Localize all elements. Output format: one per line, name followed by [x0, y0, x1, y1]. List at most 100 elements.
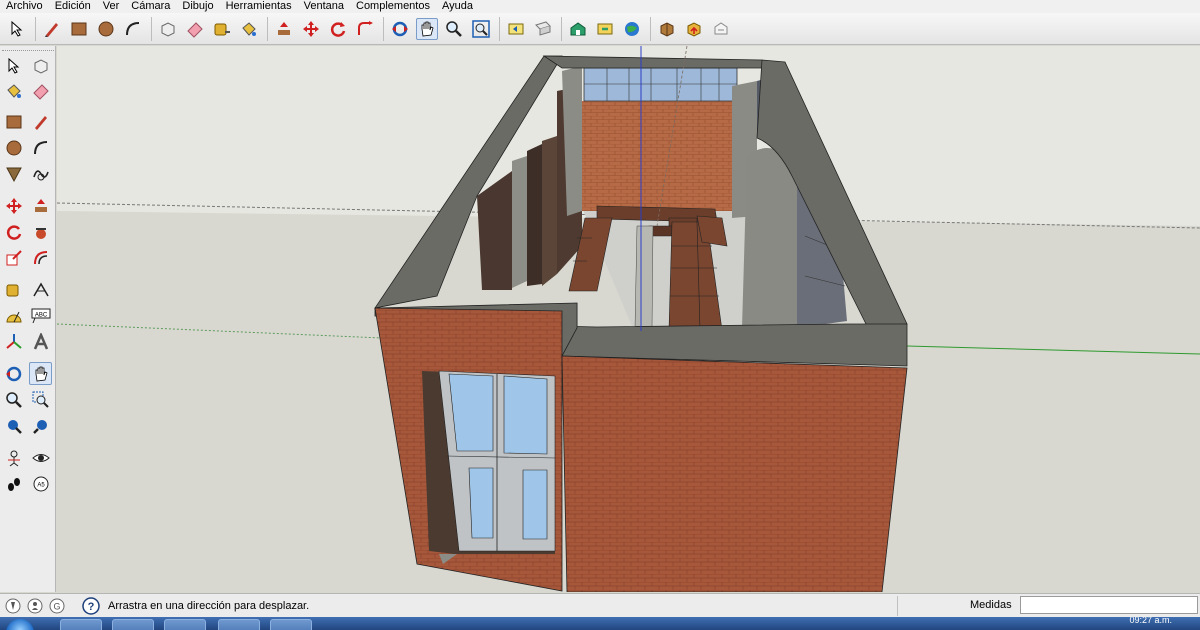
extension-warehouse-icon[interactable]	[710, 18, 732, 40]
menu-ventana[interactable]: Ventana	[298, 0, 350, 13]
share-model-icon[interactable]	[594, 18, 616, 40]
status-divider	[897, 596, 898, 616]
windows-taskbar: 09:27 a.m.	[0, 617, 1200, 630]
status-bar: G ? Arrastra en una dirección para despl…	[0, 593, 1200, 618]
menu-edicion[interactable]: Edición	[49, 0, 97, 13]
select-icon[interactable]	[6, 18, 28, 40]
credits-icon[interactable]	[26, 597, 44, 615]
start-button[interactable]	[6, 619, 34, 630]
toolbar-separator	[151, 16, 152, 41]
paint-bucket-icon[interactable]	[238, 18, 260, 40]
help-icon[interactable]: ?	[82, 597, 100, 615]
tape-measure-icon[interactable]	[211, 18, 233, 40]
tape-measure-icon[interactable]	[2, 278, 25, 301]
previous-view-icon[interactable]	[505, 18, 527, 40]
scale-icon[interactable]	[2, 246, 25, 269]
previous-icon[interactable]	[29, 414, 52, 437]
signin-icon[interactable]: G	[48, 597, 66, 615]
arc-icon[interactable]	[29, 136, 52, 159]
front-right-wall	[561, 355, 908, 592]
taskbar-item[interactable]	[60, 619, 102, 630]
menu-ver[interactable]: Ver	[97, 0, 126, 13]
3d-text-icon[interactable]	[29, 330, 52, 353]
toolbar-separator	[383, 16, 384, 41]
geo-location-icon[interactable]	[4, 597, 22, 615]
follow-me-icon[interactable]	[354, 18, 376, 40]
circle-icon[interactable]	[2, 136, 25, 159]
measurements-label: Medidas	[970, 599, 1012, 611]
select-icon[interactable]	[2, 54, 25, 77]
pan-icon[interactable]	[416, 17, 438, 40]
svg-text:?: ?	[88, 601, 95, 613]
measurements-input[interactable]	[1020, 596, 1198, 614]
taskbar-item[interactable]	[270, 619, 312, 630]
clock[interactable]: 09:27 a.m.	[1129, 617, 1172, 625]
look-around-icon[interactable]	[29, 446, 52, 469]
paint-bucket-icon[interactable]	[2, 79, 25, 102]
offset-icon[interactable]	[29, 246, 52, 269]
eraser-icon[interactable]	[184, 18, 206, 40]
protractor-icon[interactable]	[2, 304, 25, 327]
move-icon[interactable]	[300, 18, 322, 40]
position-camera-icon[interactable]	[2, 446, 25, 469]
rectangle-icon[interactable]	[68, 18, 90, 40]
menu-dibujo[interactable]: Dibujo	[176, 0, 219, 13]
menu-herramientas[interactable]: Herramientas	[220, 0, 298, 13]
menu-ayuda[interactable]: Ayuda	[436, 0, 479, 13]
toolbar-separator	[35, 16, 36, 41]
axes-icon[interactable]	[2, 330, 25, 353]
section-plane-icon[interactable]: A5	[29, 472, 52, 495]
svg-text:G: G	[53, 602, 60, 612]
orbit-icon[interactable]	[2, 362, 25, 385]
wall-top-back	[542, 55, 770, 69]
zoom-window-icon[interactable]	[29, 388, 52, 411]
text-icon[interactable]: ABC	[29, 304, 52, 327]
push-pull-icon[interactable]	[29, 194, 52, 217]
menu-camara[interactable]: Cámara	[125, 0, 176, 13]
toolbar-separator	[267, 16, 268, 41]
next-view-icon[interactable]	[532, 18, 554, 40]
section-plane-label: A5	[37, 482, 45, 488]
google-earth-icon[interactable]	[621, 18, 643, 40]
eraser-icon[interactable]	[29, 79, 52, 102]
rotate-icon[interactable]	[2, 220, 25, 243]
get-models-icon[interactable]	[656, 18, 678, 40]
toolbar-separator	[561, 16, 562, 41]
3d-model-drawing[interactable]	[57, 46, 1200, 592]
pencil-icon[interactable]	[29, 110, 52, 133]
taskbar-item[interactable]	[112, 619, 154, 630]
pan-icon[interactable]	[29, 362, 52, 385]
menu-complementos[interactable]: Complementos	[350, 0, 436, 13]
share-component-icon[interactable]	[683, 18, 705, 40]
toolbar-separator	[499, 16, 500, 41]
circle-icon[interactable]	[95, 18, 117, 40]
arc-icon[interactable]	[122, 18, 144, 40]
rectangle-icon[interactable]	[2, 110, 25, 133]
zoom-icon[interactable]	[443, 18, 465, 40]
modeling-viewport[interactable]	[57, 46, 1200, 592]
follow-me-icon[interactable]	[29, 220, 52, 243]
orbit-icon[interactable]	[389, 18, 411, 40]
push-pull-icon[interactable]	[273, 18, 295, 40]
make-component-icon[interactable]	[29, 54, 52, 77]
freehand-icon[interactable]	[29, 162, 52, 185]
pencil-icon[interactable]	[41, 18, 63, 40]
curved-column	[742, 148, 797, 328]
polygon-icon[interactable]	[2, 162, 25, 185]
walk-icon[interactable]	[2, 472, 25, 495]
make-component-icon[interactable]	[157, 18, 179, 40]
status-message: Arrastra en una dirección para desplazar…	[108, 600, 310, 612]
taskbar-item[interactable]	[218, 619, 260, 630]
taskbar-item[interactable]	[164, 619, 206, 630]
warehouse-icon[interactable]	[567, 18, 589, 40]
menu-archivo[interactable]: Archivo	[0, 0, 49, 13]
zoom-extents-icon[interactable]	[2, 414, 25, 437]
move-icon[interactable]	[2, 194, 25, 217]
left-toolbar: ABC A5	[0, 46, 56, 592]
zoom-extents-icon[interactable]	[470, 18, 492, 40]
menu-bar: Archivo Edición Ver Cámara Dibujo Herramienta…	[0, 0, 1200, 13]
dimension-icon[interactable]	[29, 278, 52, 301]
zoom-icon[interactable]	[2, 388, 25, 411]
rotate-icon[interactable]	[327, 18, 349, 40]
toolbar-separator	[650, 16, 651, 41]
